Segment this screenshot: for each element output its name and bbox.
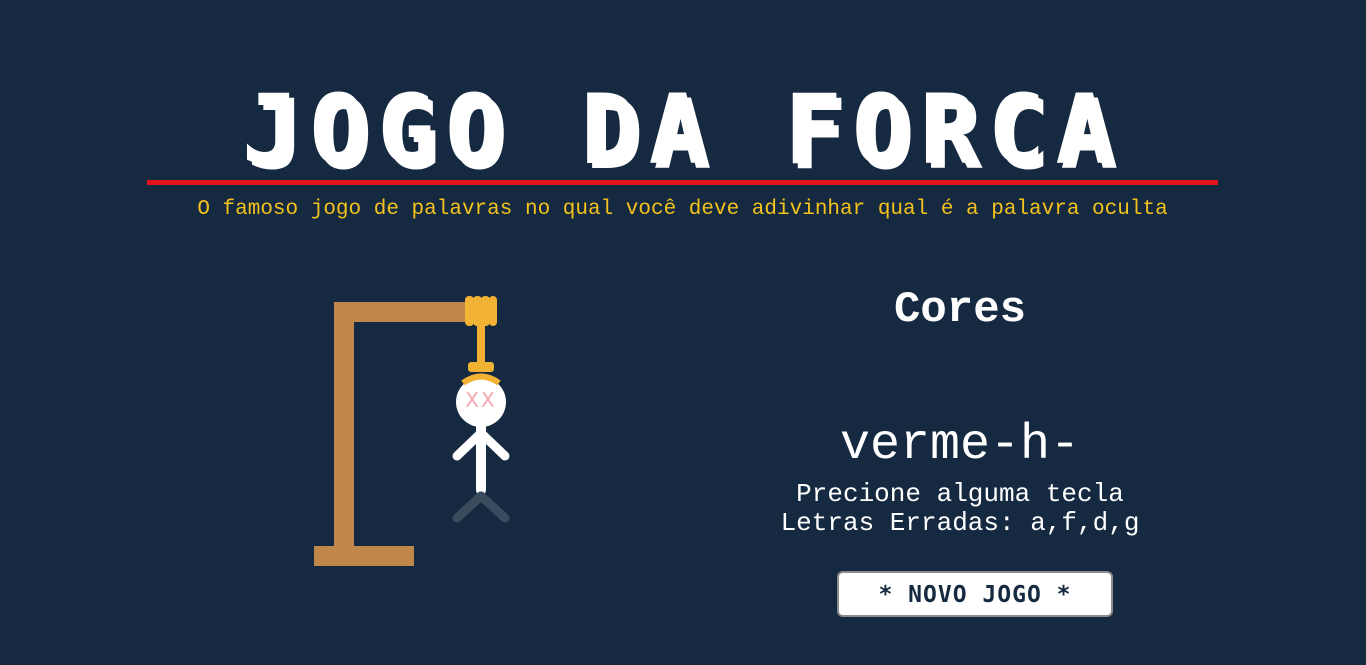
wrong-letters: Letras Erradas: a,f,d,g (740, 509, 1180, 537)
word-category: Cores (893, 285, 1027, 335)
key-prompt: Precione alguma tecla (796, 479, 1124, 509)
dead-eyes: XX (465, 388, 496, 412)
rope-noose (468, 362, 494, 372)
rope (477, 324, 485, 364)
rope-knot (465, 296, 497, 326)
hangman-left-leg (452, 491, 486, 523)
gallows-post (334, 302, 354, 552)
hangman-right-leg (476, 491, 510, 523)
new-game-button[interactable]: * NOVO JOGO * (837, 571, 1113, 617)
wrong-letters-label: Letras Erradas: (780, 508, 1015, 538)
wrong-letters-list: a,f,d,g (1030, 508, 1140, 538)
page-title: JOGO DA FORCA (241, 74, 1124, 186)
gallows-base (314, 546, 414, 566)
gallows-beam (334, 302, 484, 322)
masked-word: verme-h- (839, 417, 1081, 474)
game-page: JOGO DA FORCA O famoso jogo de palavras … (0, 0, 1366, 665)
title-divider (147, 180, 1218, 185)
page-subtitle: O famoso jogo de palavras no qual você d… (197, 198, 1168, 221)
hangman-drawing: XX (314, 296, 510, 566)
